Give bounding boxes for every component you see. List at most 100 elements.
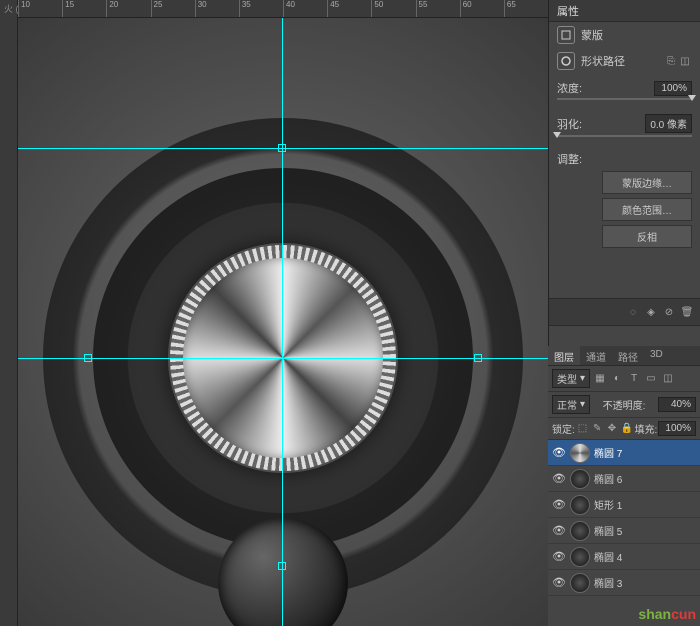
filter-smart-icon[interactable]: ◫ — [661, 372, 675, 386]
watermark: shancun — [638, 606, 696, 622]
filter-shape-icon[interactable]: ▭ — [644, 372, 658, 386]
mask-edge-button[interactable]: 蒙版边缘… — [602, 171, 692, 194]
visibility-icon[interactable]: 👁 — [552, 576, 566, 590]
layer-name[interactable]: 椭圆 3 — [594, 575, 696, 590]
lock-all-icon[interactable]: 🔒 — [620, 422, 634, 436]
ruler-tick: 50 — [371, 0, 415, 17]
mask-row: 蒙版 — [549, 22, 700, 48]
ruler-vertical — [0, 0, 18, 626]
layer-name[interactable]: 矩形 1 — [594, 497, 696, 512]
layer-row[interactable]: 👁 椭圆 5 — [548, 518, 700, 544]
invert-button[interactable]: 反相 — [602, 225, 692, 248]
layer-name[interactable]: 椭圆 5 — [594, 523, 696, 538]
layer-name[interactable]: 椭圆 4 — [594, 549, 696, 564]
ruler-tick: 60 — [460, 0, 504, 17]
slider-thumb[interactable] — [688, 95, 696, 101]
layer-row[interactable]: 👁 椭圆 4 — [548, 544, 700, 570]
lock-pixels-icon[interactable]: ✎ — [590, 422, 604, 436]
layer-thumbnail[interactable] — [570, 573, 590, 593]
path-anchor[interactable] — [278, 144, 286, 152]
lock-label: 锁定: — [552, 421, 575, 436]
properties-panel-header[interactable]: 属性 — [549, 0, 700, 22]
ruler-tick: 10 — [18, 0, 62, 17]
layer-thumbnail[interactable] — [570, 469, 590, 489]
opacity-label: 不透明度: — [603, 397, 646, 412]
ruler-tick: 30 — [195, 0, 239, 17]
filter-type-icon[interactable]: T — [627, 372, 641, 386]
filter-kind-dropdown[interactable]: 类型▾ — [552, 369, 590, 388]
ruler-tick: 35 — [239, 0, 283, 17]
layer-thumbnail[interactable] — [570, 521, 590, 541]
chevron-down-icon: ▾ — [580, 399, 585, 410]
feather-row: 羽化: 0.0 像素 — [549, 108, 700, 135]
color-range-button[interactable]: 颜色范围… — [602, 198, 692, 221]
canvas[interactable] — [18, 18, 548, 626]
link-icon[interactable]: ⎘ — [664, 54, 678, 68]
lock-transparency-icon[interactable]: ⬚ — [576, 422, 590, 436]
layer-thumbnail[interactable] — [570, 547, 590, 567]
visibility-icon[interactable]: 👁 — [552, 498, 566, 512]
ruler-tick: 20 — [106, 0, 150, 17]
disable-mask-icon[interactable]: ⊘ — [662, 305, 676, 319]
path-anchor[interactable] — [278, 562, 286, 570]
layer-thumbnail[interactable] — [570, 443, 590, 463]
shape-path-icon[interactable] — [557, 52, 575, 70]
layer-row[interactable]: 👁 椭圆 6 — [548, 466, 700, 492]
visibility-icon[interactable]: 👁 — [552, 446, 566, 460]
layer-thumbnail[interactable] — [570, 495, 590, 515]
path-anchor[interactable] — [84, 354, 92, 362]
lock-fill-bar: 锁定: ⬚ ✎ ✥ 🔒 填充: 100% — [548, 418, 700, 440]
opacity-value[interactable]: 40% — [658, 397, 696, 412]
layer-row[interactable]: 👁 椭圆 7 — [548, 440, 700, 466]
layer-row[interactable]: 👁 矩形 1 — [548, 492, 700, 518]
layer-name[interactable]: 椭圆 6 — [594, 471, 696, 486]
layer-list[interactable]: 👁 椭圆 7 👁 椭圆 6 👁 矩形 1 👁 椭圆 5 👁 椭圆 4 👁 — [548, 440, 700, 622]
select-icon[interactable]: ◫ — [678, 54, 692, 68]
ruler-tick: 15 — [62, 0, 106, 17]
load-selection-icon[interactable]: ◌ — [626, 305, 640, 319]
apply-mask-icon[interactable]: ◈ — [644, 305, 658, 319]
blend-opacity-bar: 正常▾ 不透明度: 40% — [548, 392, 700, 418]
trash-icon[interactable]: 🗑 — [680, 305, 694, 319]
layer-name[interactable]: 椭圆 7 — [594, 445, 696, 460]
layer-filter-bar: 类型▾ ▦ ◐ T ▭ ◫ — [548, 366, 700, 392]
layers-tabs: 图层 通道 路径 3D — [548, 346, 700, 366]
mask-icon[interactable] — [557, 26, 575, 44]
shape-path-row: 形状路径 ⎘ ◫ — [549, 48, 700, 74]
panel-footer-icons: ◌ ◈ ⊘ 🗑 — [549, 298, 700, 326]
lock-position-icon[interactable]: ✥ — [605, 422, 619, 436]
feather-slider[interactable] — [557, 135, 692, 137]
fill-value[interactable]: 100% — [658, 421, 696, 436]
path-anchor[interactable] — [474, 354, 482, 362]
tab-3d[interactable]: 3D — [644, 346, 669, 365]
density-slider[interactable] — [557, 98, 692, 100]
guide-vertical[interactable] — [282, 18, 283, 626]
adjust-section: 调整: 蒙版边缘… 颜色范围… 反相 — [549, 145, 700, 258]
visibility-icon[interactable]: 👁 — [552, 550, 566, 564]
layer-row[interactable]: 👁 椭圆 3 — [548, 570, 700, 596]
properties-title: 属性 — [557, 3, 579, 19]
feather-label: 羽化: — [557, 116, 582, 132]
tab-layers[interactable]: 图层 — [548, 346, 580, 365]
shape-path-label: 形状路径 — [581, 53, 625, 69]
tab-channels[interactable]: 通道 — [580, 346, 612, 365]
blend-mode-dropdown[interactable]: 正常▾ — [552, 395, 590, 414]
ruler-tick: 45 — [327, 0, 371, 17]
density-label: 浓度: — [557, 80, 582, 96]
ruler-horizontal: 10 15 20 25 30 35 40 45 50 55 60 65 — [18, 0, 548, 18]
tab-paths[interactable]: 路径 — [612, 346, 644, 365]
filter-pixel-icon[interactable]: ▦ — [593, 372, 607, 386]
guide-horizontal[interactable] — [18, 358, 548, 359]
ruler-tick: 65 — [504, 0, 548, 17]
ruler-tick: 40 — [283, 0, 327, 17]
fill-label: 填充: — [634, 421, 657, 436]
visibility-icon[interactable]: 👁 — [552, 524, 566, 538]
ruler-tick: 55 — [416, 0, 460, 17]
slider-thumb[interactable] — [553, 132, 561, 138]
adjust-label: 调整: — [557, 154, 582, 166]
density-value[interactable]: 100% — [654, 81, 692, 96]
visibility-icon[interactable]: 👁 — [552, 472, 566, 486]
workspace: 火 (副套 9 KGB/8) 10 15 20 25 30 35 40 45 5… — [0, 0, 548, 626]
filter-adjust-icon[interactable]: ◐ — [610, 372, 624, 386]
feather-value[interactable]: 0.0 像素 — [645, 114, 692, 133]
